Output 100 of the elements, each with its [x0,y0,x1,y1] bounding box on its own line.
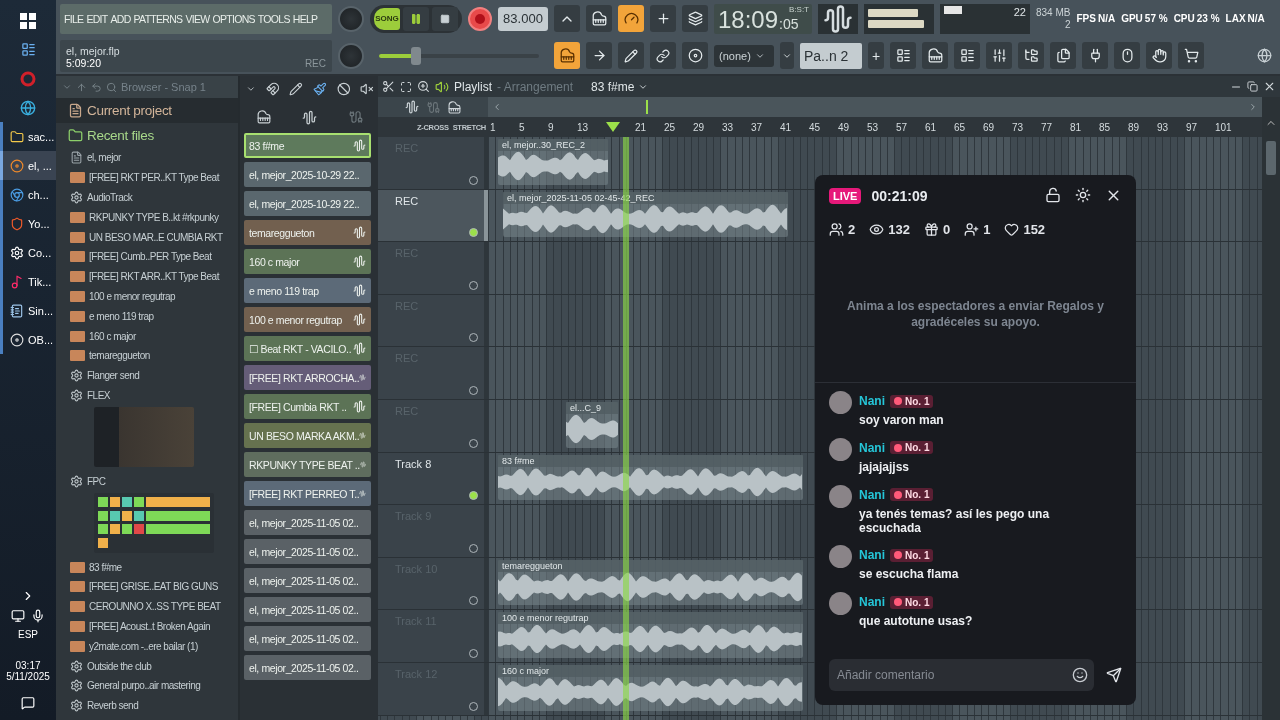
menu-item[interactable]: OPTIONS [212,12,255,25]
audio-clip[interactable]: 160 c major [498,664,803,711]
caret-icon[interactable] [246,84,256,94]
menu-item[interactable]: EDIT [86,12,108,25]
close-icon[interactable] [1263,80,1276,93]
network-icon[interactable] [11,609,25,623]
menu-item[interactable]: HELP [292,12,318,25]
browser-item[interactable]: Reverb send [87,700,139,712]
clip-item[interactable]: UN BESO MARKA AKM.. [244,423,371,448]
add-pattern-button[interactable]: + [868,42,884,69]
plug-icon[interactable] [1082,42,1108,69]
hand-icon[interactable] [1146,42,1172,69]
browser-item[interactable]: AudioTrack [87,192,133,203]
track-header[interactable]: Track 8 [378,452,488,505]
tempo-field[interactable]: 83.000 [498,6,548,31]
cart-icon[interactable] [1178,42,1204,69]
browser-item[interactable]: FPC [87,475,106,487]
clip-item[interactable]: el, mejor_2025-11-05 02.. [244,539,371,564]
timeline-ruler[interactable]: 1 5 9 13 21 25 29 33 37 41 45 49 53 57 61 65 69 73 77 81 85 89 93 97 101 [488,117,1262,137]
language-indicator[interactable]: ESP [18,629,38,640]
clip-item[interactable]: 83 f#me [244,133,371,158]
browser-item[interactable]: UN BESO MAR..E CUMBIA RKT [89,231,223,243]
link-icon[interactable] [650,42,676,69]
browser-item[interactable]: [FREE] GRISE..EAT BIG GUNS [89,581,218,593]
clip-item[interactable]: [FREE] Cumbia RKT .. [244,394,371,419]
send-icon[interactable] [1106,667,1122,683]
mute-icon[interactable] [360,82,375,96]
menu-item[interactable]: VIEW [185,12,210,25]
browser-item[interactable]: 160 c major [89,330,136,342]
clip-item[interactable]: el, mejor_2025-10-29 22.. [244,162,371,187]
clip-item[interactable]: el, mejor_2025-11-05 02.. [244,655,371,680]
clip-item[interactable]: el, mejor_2025-11-05 02.. [244,510,371,535]
clip-item[interactable]: el, mejor_2025-10-29 22.. [244,191,371,216]
audio-clip[interactable]: 100 e menor regutrap [498,612,803,658]
browser-item[interactable]: temareggueton [89,350,150,362]
browser-item[interactable]: el, mejor [87,152,121,164]
browser-item[interactable]: 100 e menor regutrap [89,290,176,302]
clip-item[interactable]: RKPUNKY TYPE BEAT .. [244,452,371,477]
restore-icon[interactable] [1247,81,1258,92]
clip-item[interactable]: temareggueton [244,220,371,245]
slider-thumb[interactable] [410,46,421,65]
song-mode-toggle[interactable]: SONG [374,7,400,30]
maximize-icon[interactable] [400,80,412,93]
browser-item[interactable]: General purpo..air mastering [87,680,201,692]
windows-logo-icon[interactable] [20,12,36,29]
ban-icon[interactable] [336,82,351,96]
track-led[interactable] [469,491,478,501]
snap-dropdown[interactable]: (none) [714,44,774,67]
clip-item[interactable]: [FREE] RKT PERREO T.. [244,481,371,506]
track-led[interactable] [469,228,478,238]
knob[interactable] [338,5,364,32]
audio-clip[interactable]: el...C_9 [566,401,618,448]
menu-item[interactable]: TOOLS [257,12,290,25]
browser-item[interactable]: Flanger send [87,370,140,382]
menu-item[interactable]: FILE [64,12,84,25]
pause-button[interactable] [403,6,429,31]
clip-item[interactable]: e meno 119 trap [244,278,371,303]
record-button[interactable] [468,6,492,31]
browser-item[interactable]: y2mate.com -..ere bailar (1) [89,640,198,652]
track-header[interactable]: REC [378,189,488,242]
audio-clip[interactable]: el, mejor_2025-11-05 02-45-42_REC [503,191,788,238]
pattern-dropdown[interactable]: 83 f#me [586,75,654,98]
search-icon[interactable] [106,81,117,93]
emoji-icon[interactable] [1072,667,1088,683]
scissors-icon[interactable] [382,80,395,93]
clip-item[interactable]: el, mejor_2025-11-05 02.. [244,626,371,651]
notification-icon[interactable] [21,696,35,710]
menu-item[interactable]: PATTERNS [133,12,183,25]
browser-item[interactable]: [FREE] Acoust..t Broken Again [89,620,211,632]
playhead-marker-icon[interactable] [606,122,620,132]
clip-item[interactable]: el, mejor_2025-11-05 02.. [244,597,371,622]
mixer-icon[interactable] [986,42,1012,69]
clip-item[interactable]: 100 e menor regutrap [244,307,371,332]
ring-icon[interactable] [20,70,36,87]
clip-item[interactable]: [FREE] RKT ARROCHA.. [244,365,371,390]
clip-item[interactable]: ☐ Beat RKT - VACILO.. [244,336,371,361]
browser-item[interactable]: Outside the club [87,660,152,672]
browser-item[interactable]: RKPUNKY TYPE B..kt #rkpunky [89,211,219,223]
comment-box[interactable]: Añadir comentario [829,659,1094,691]
piano-icon[interactable] [448,100,461,114]
piano-roll-icon[interactable] [922,42,948,69]
audio-clip[interactable]: temareggueton [498,559,803,606]
clip-item[interactable]: el, mejor_2025-11-05 02.. [244,568,371,593]
scrollbar-thumb[interactable] [1266,141,1276,175]
pencil-icon[interactable] [618,42,644,69]
comment-field[interactable]: Añadir comentario [835,667,1072,683]
piano-icon[interactable] [256,110,271,124]
knob[interactable] [338,42,364,69]
cable-icon[interactable] [349,110,364,124]
arrow-up-icon[interactable] [76,81,87,93]
settings-icon[interactable] [1075,187,1091,203]
files-icon[interactable] [1050,42,1076,69]
stop-button[interactable] [432,6,458,31]
microphone-icon[interactable] [31,609,45,623]
waveform-icon[interactable] [302,109,318,125]
browser-item[interactable]: [FREE] RKT PER..KT Type Beat [89,172,219,184]
lock-icon[interactable] [1045,187,1061,203]
magnet-icon[interactable] [265,82,280,96]
browser-item[interactable]: [FREE] RKT ARR..KT Type Beat [89,271,219,283]
audio-clip[interactable]: el, mejor..30_REC_2 [498,139,608,185]
